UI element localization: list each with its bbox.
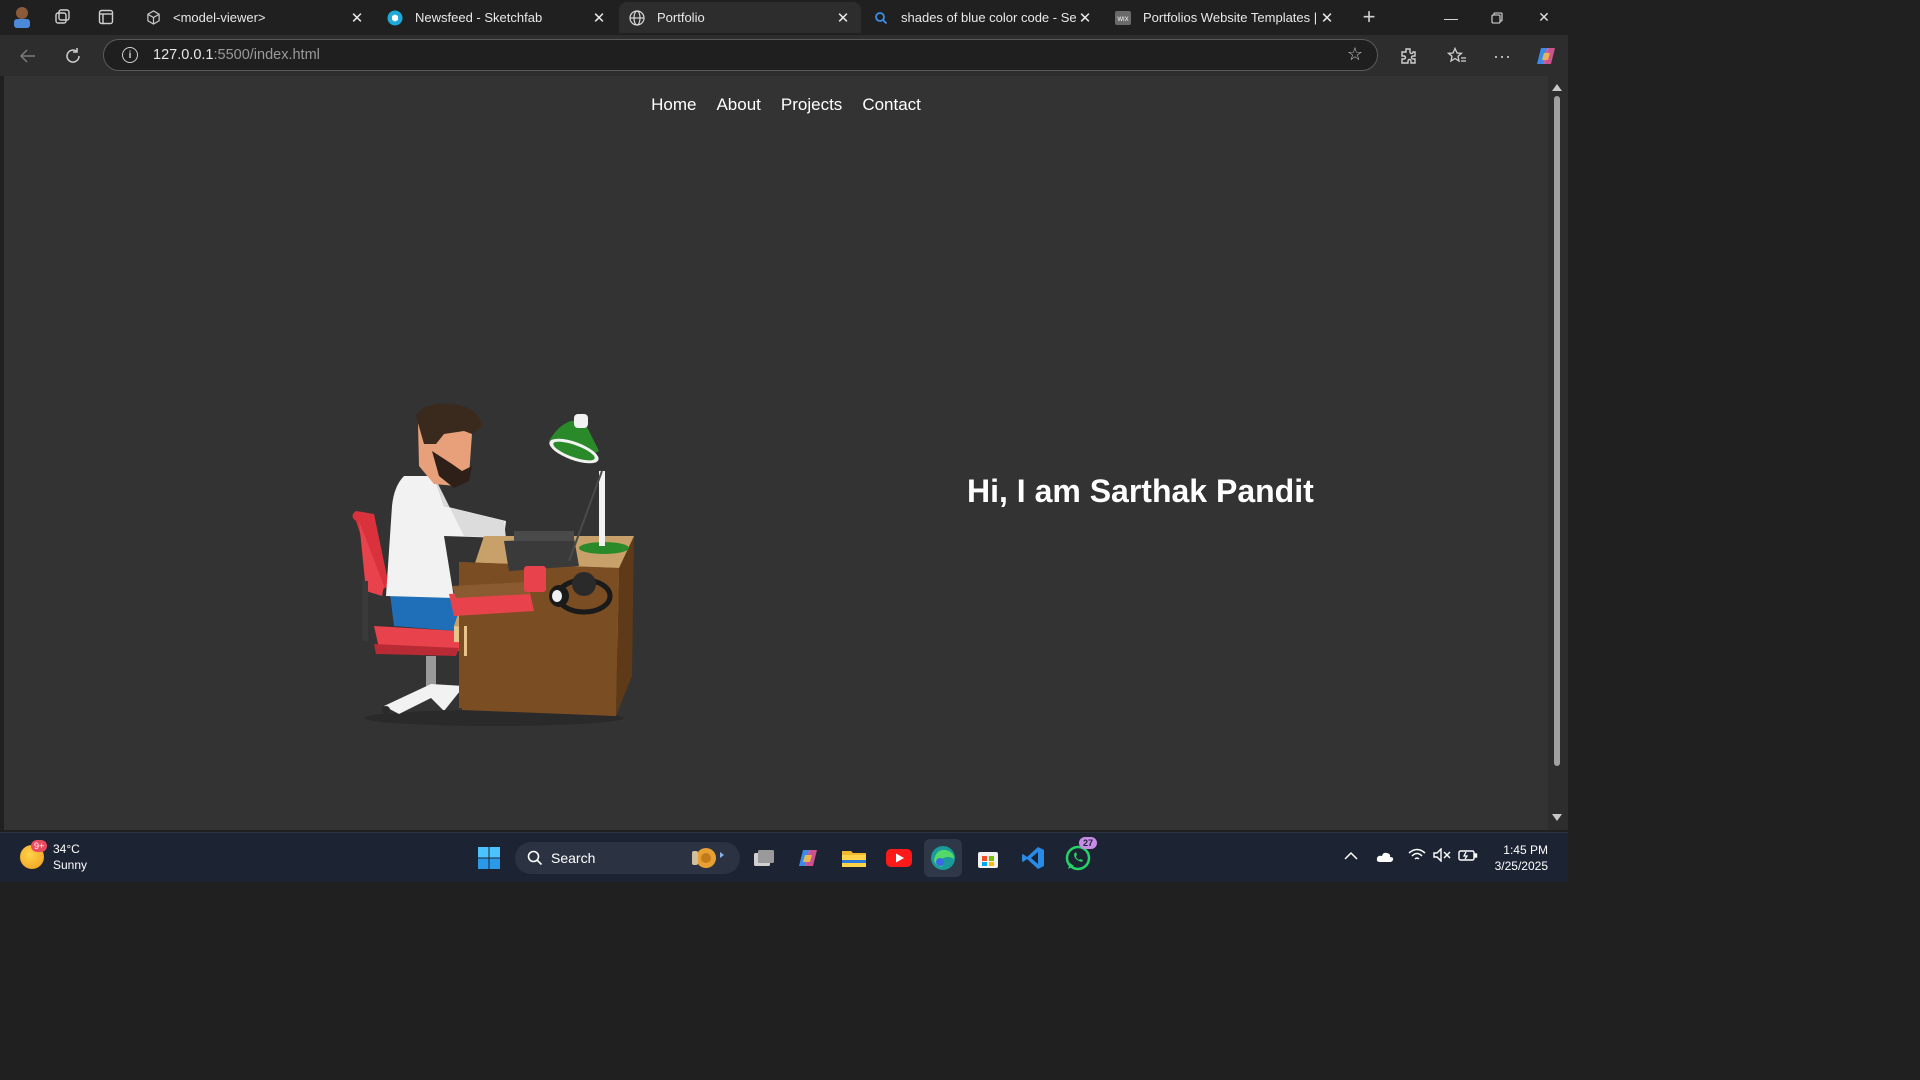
nav-home-link[interactable]: Home [651, 95, 696, 115]
weather-widget[interactable]: 9+ 34°C Sunny [20, 840, 88, 873]
youtube-icon[interactable] [880, 839, 918, 877]
vertical-tabs-icon[interactable] [92, 3, 120, 31]
windows-taskbar: 9+ 34°C Sunny Search 27 1:45 PM 3/25/202… [0, 832, 1568, 882]
copilot-icon[interactable] [1531, 41, 1561, 71]
taskbar-search[interactable]: Search [515, 842, 740, 874]
search-label: Search [551, 850, 596, 866]
page-viewport: Home About Projects Contact Hi, I am Sar… [4, 76, 1548, 830]
edge-browser-icon[interactable] [924, 839, 962, 877]
close-tab-icon[interactable]: ✕ [1319, 9, 1335, 27]
profile-avatar-icon[interactable] [8, 3, 36, 31]
url-text[interactable]: 127.0.0.1:5500/index.html [153, 47, 320, 63]
nav-projects-link[interactable]: Projects [781, 95, 842, 115]
sun-icon: 9+ [20, 840, 48, 869]
whatsapp-icon[interactable]: 27 [1059, 837, 1098, 877]
tab-sketchfab[interactable]: Newsfeed - Sketchfab ✕ [377, 2, 617, 33]
system-clock[interactable]: 1:45 PM 3/25/2025 [1495, 842, 1548, 874]
scroll-down-arrow-icon[interactable] [1552, 814, 1562, 821]
tab-portfolio[interactable]: Portfolio ✕ [619, 2, 861, 33]
more-options-icon[interactable]: ··· [1487, 41, 1517, 71]
sketchfab-icon [387, 10, 403, 26]
tab-title: Portfolio [657, 10, 705, 25]
site-info-icon[interactable]: i [122, 47, 138, 63]
vscode-icon[interactable] [1014, 839, 1052, 877]
wix-icon: WIX [1115, 10, 1131, 26]
show-hidden-icons-chevron-icon[interactable] [1344, 848, 1358, 864]
tab-search[interactable]: shades of blue color code - Searc ✕ [863, 2, 1103, 33]
copilot-app-icon[interactable] [790, 839, 828, 877]
site-nav: Home About Projects Contact [4, 95, 1548, 115]
tab-wix-templates[interactable]: WIX Portfolios Website Templates | Po ✕ [1105, 2, 1345, 33]
onedrive-cloud-icon[interactable] [1376, 850, 1394, 866]
close-tab-icon[interactable]: ✕ [349, 9, 365, 27]
favorites-icon[interactable] [1442, 41, 1472, 71]
windows-start-icon[interactable] [470, 839, 508, 877]
nav-contact-link[interactable]: Contact [862, 95, 921, 115]
workspaces-icon[interactable] [49, 3, 77, 31]
scroll-up-arrow-icon[interactable] [1552, 84, 1562, 91]
scroll-thumb[interactable] [1554, 96, 1560, 766]
tab-title: Newsfeed - Sketchfab [415, 10, 543, 25]
nav-about-link[interactable]: About [716, 95, 760, 115]
back-arrow-icon[interactable] [13, 41, 43, 71]
weather-badge: 9+ [31, 840, 48, 852]
weather-temp: 34°C [53, 842, 80, 856]
browser-toolbar: i 127.0.0.1:5500/index.html ☆ ··· [0, 35, 1568, 76]
globe-icon [629, 9, 645, 26]
vertical-scrollbar[interactable] [1548, 76, 1568, 830]
restore-icon[interactable] [1474, 0, 1520, 35]
file-explorer-icon[interactable] [835, 839, 873, 877]
favorite-star-icon[interactable]: ☆ [1347, 44, 1363, 65]
wifi-icon[interactable] [1408, 848, 1426, 865]
close-tab-icon[interactable]: ✕ [1077, 9, 1093, 27]
refresh-icon[interactable] [58, 41, 88, 71]
tab-model-viewer[interactable]: <model-viewer> ✕ [135, 2, 375, 33]
volume-muted-icon[interactable] [1433, 847, 1451, 865]
extensions-icon[interactable] [1393, 41, 1423, 71]
clock-time: 1:45 PM [1503, 843, 1548, 857]
close-tab-icon[interactable]: ✕ [835, 9, 851, 27]
close-tab-icon[interactable]: ✕ [591, 9, 607, 27]
clock-date: 3/25/2025 [1494, 859, 1548, 873]
address-bar[interactable]: i 127.0.0.1:5500/index.html ☆ [103, 39, 1378, 71]
tab-title: Portfolios Website Templates | Po [1143, 10, 1319, 25]
close-window-icon[interactable]: ✕ [1521, 0, 1567, 35]
search-icon [873, 10, 889, 26]
new-tab-icon[interactable]: + [1355, 3, 1383, 31]
tab-title: shades of blue color code - Searc [901, 10, 1077, 25]
cube-icon [145, 10, 161, 26]
minimize-icon[interactable]: — [1428, 0, 1474, 35]
svg-text:WIX: WIX [1117, 17, 1128, 23]
battery-charging-icon[interactable] [1458, 848, 1478, 865]
hero-title: Hi, I am Sarthak Pandit [967, 473, 1314, 509]
weather-desc: Sunny [53, 858, 88, 872]
task-view-icon[interactable] [745, 839, 783, 877]
desk-character-model[interactable] [344, 326, 644, 726]
search-highlight-icon [692, 848, 724, 868]
whatsapp-badge: 27 [1079, 837, 1098, 849]
microsoft-store-icon[interactable] [969, 839, 1007, 877]
tab-strip: <model-viewer> ✕ Newsfeed - Sketchfab ✕ … [0, 0, 1568, 35]
search-icon [527, 850, 543, 866]
tab-title: <model-viewer> [173, 10, 266, 25]
